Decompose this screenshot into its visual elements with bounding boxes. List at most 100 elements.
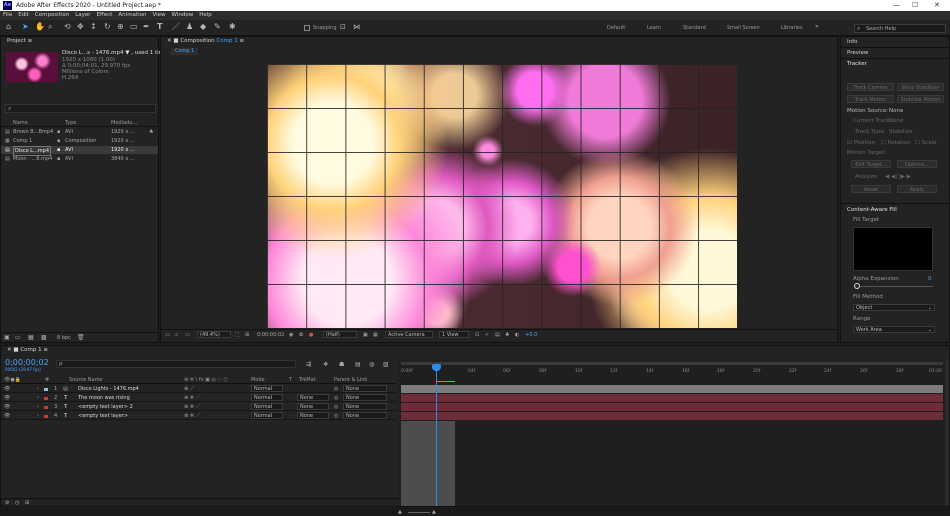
timeline-timecode[interactable]: 0;00;00;02 [5, 358, 49, 367]
interpret-footage-icon[interactable]: ▣ [4, 334, 10, 341]
reset-button[interactable]: Reset [851, 185, 891, 193]
warp-stabilizer-button[interactable]: Warp Stabilizer [897, 83, 944, 91]
layer-mode-dropdown[interactable]: Normal [251, 385, 283, 392]
snap-edges-icon[interactable]: ⋈ [353, 22, 360, 32]
frame-blending-icon[interactable]: ▤ [355, 361, 361, 368]
views-dropdown[interactable]: 1 View [439, 331, 469, 338]
pen-tool-icon[interactable]: ✒ [143, 22, 150, 32]
snapping-checkbox[interactable] [304, 25, 310, 31]
project-settings-icon[interactable]: ▩ [41, 334, 47, 341]
timeline-layer-row[interactable]: 👁 › 3 T <empty text layer> 2 ⊕ ✲ ／ Norma… [1, 403, 397, 411]
brush-tool-icon[interactable]: ／ [172, 22, 180, 32]
alpha-expansion-slider-handle[interactable] [854, 283, 860, 289]
viewer-timecode[interactable]: 0;00;00;02 [257, 332, 284, 338]
expand-icon[interactable]: ⊞ [25, 500, 29, 506]
layer-mode-dropdown[interactable]: Normal [251, 394, 283, 401]
track-bar-disco[interactable] [401, 385, 943, 393]
exposure-value[interactable]: +0.0 [525, 332, 537, 338]
col-source-name[interactable]: Source Name [69, 376, 103, 384]
workspace-overflow-icon[interactable]: » [815, 22, 819, 32]
project-item[interactable]: ▤ Brown B...Bmp4 ▪ AVI 1920 x ... ♣ [1, 128, 158, 136]
magnify-icon[interactable]: ⌕ [175, 332, 178, 338]
col-trkmat[interactable]: TrkMat [299, 376, 316, 384]
layer-parent-dropdown[interactable]: None [343, 385, 387, 392]
hand-tool-icon[interactable]: ✋ [35, 22, 45, 32]
project-tab[interactable]: Project ≡ [1, 37, 158, 45]
layer-mode-dropdown[interactable]: Normal [251, 403, 283, 410]
range-dropdown[interactable]: Work Area ⌄ [853, 326, 935, 333]
timeline-tracks[interactable]: 0:00f 04f 06f 08f 10f 12f 14f 16f 18f 20… [399, 359, 945, 506]
track-bar-empty-text-2[interactable] [401, 403, 943, 411]
col-name[interactable]: Name [13, 119, 28, 127]
track-bar-moon-text[interactable] [401, 394, 943, 402]
minimize-button[interactable]: — [893, 1, 900, 9]
project-item[interactable]: ▦ Comp 1 ▪ Composition 1920 x ... [1, 137, 158, 145]
timeline-tab[interactable]: ✕ ■ Comp 1 ≡ [1, 346, 949, 354]
menu-file[interactable]: File [0, 11, 15, 19]
color-channel-icon[interactable]: ● [309, 332, 313, 338]
home-icon[interactable]: ⌂ [6, 22, 11, 32]
camera-dropdown[interactable]: Active Camera [385, 331, 433, 338]
bpc-button[interactable]: 8 bpc [57, 335, 71, 341]
zoom-slider[interactable] [408, 512, 430, 513]
label-color-chip[interactable] [44, 395, 49, 400]
project-item-selected[interactable]: ▤ Disco L...mp4 ▪ AVI 1920 x ... [1, 146, 158, 156]
clone-tool-icon[interactable]: ♟ [186, 22, 193, 32]
label-color-chip[interactable] [44, 404, 49, 409]
preview-panel-tab[interactable]: Preview [841, 48, 949, 59]
scale-checkbox[interactable]: ☐ Scale [915, 140, 937, 146]
draft-3d-icon[interactable]: ❖ [323, 361, 328, 368]
transparency-grid-icon[interactable]: ▦ [373, 332, 378, 338]
track-bar-empty-text[interactable] [401, 412, 943, 420]
tracker-panel-title[interactable]: Tracker [841, 59, 949, 70]
layer-parent-dropdown[interactable]: None [343, 412, 387, 419]
maximize-button[interactable]: ☐ [912, 1, 918, 9]
current-track-dropdown[interactable]: None [889, 118, 903, 124]
work-area-bar[interactable] [401, 362, 943, 365]
menu-layer[interactable]: Layer [72, 11, 93, 19]
fit-icon[interactable]: ⛶ [235, 332, 239, 338]
info-panel-tab[interactable]: Info [841, 37, 949, 48]
workspace-small-screen[interactable]: Small Screen [727, 25, 760, 31]
dolly-tool-icon[interactable]: ↕ [90, 22, 97, 32]
workspace-default[interactable]: Default [607, 25, 625, 31]
new-composition-icon[interactable]: ▦ [28, 334, 34, 341]
timeline-layer-row[interactable]: 👁 › 2 T The moon was rising ⊕ ✲ ／ Normal… [1, 394, 397, 402]
layer-trkmat-dropdown[interactable]: None [297, 394, 329, 401]
render-time-icon[interactable]: ◷ [15, 500, 19, 506]
shy-icon[interactable]: ☗ [339, 361, 344, 368]
pan-tool-icon[interactable]: ✥ [77, 22, 84, 32]
search-help-field[interactable]: ⌕ Search Help [854, 24, 946, 33]
new-folder-icon[interactable]: ▭ [15, 334, 21, 341]
comp-settings-icon[interactable]: ⚙ [5, 500, 9, 506]
col-media-duration[interactable]: Mediadu... [111, 119, 137, 127]
anchor-tool-icon[interactable]: ⊕ [117, 22, 124, 32]
position-checkbox[interactable]: ☑ Position [847, 140, 875, 146]
puppet-tool-icon[interactable]: ✱ [229, 22, 236, 32]
time-ruler[interactable]: 0:00f 04f 06f 08f 10f 12f 14f 16f 18f 20… [399, 368, 945, 378]
close-button[interactable]: ✕ [934, 1, 940, 9]
fill-method-dropdown[interactable]: Object ⌄ [853, 304, 935, 311]
zoom-in-icon[interactable]: ▲ [432, 509, 436, 515]
graph-editor-icon[interactable]: ▧ [383, 361, 389, 368]
grid-icon[interactable]: ⊞ [245, 332, 249, 338]
comp-mini-flowchart-icon[interactable]: ⇶ [306, 361, 311, 368]
menu-edit[interactable]: Edit [15, 11, 32, 19]
flowchart-icon[interactable]: ♣ [505, 332, 509, 338]
timeline-layer-row[interactable]: 👁 › 1 ▤ Disco Lights - 1476.mp4 ⊕ ／ Norm… [1, 385, 397, 393]
options-button[interactable]: Options... [897, 160, 937, 168]
region-of-interest-icon[interactable]: ▣ [363, 332, 368, 338]
col-type[interactable]: Type [65, 119, 76, 127]
edit-target-button[interactable]: Edit Target... [851, 160, 891, 168]
track-motion-button[interactable]: Track Motion [847, 95, 894, 103]
monitor-icon[interactable]: ▭ [185, 332, 190, 338]
col-mode[interactable]: Mode [251, 376, 265, 384]
toggle-pixel-icon[interactable]: ⊡ [475, 332, 479, 338]
project-item[interactable]: ▤ Moon - ...6.mp4 ▪ AVI 3840 x ... [1, 155, 158, 163]
analyze-controls[interactable]: ◀ ◀| |▶ ▶ [885, 174, 911, 180]
zoom-dropdown[interactable]: (49.4%) [197, 331, 231, 338]
menu-help[interactable]: Help [196, 11, 215, 19]
zoom-tool-icon[interactable]: ⌕ [48, 22, 52, 32]
rect-tool-icon[interactable]: ▭ [130, 22, 138, 32]
exposure-icon[interactable]: ◐ [515, 332, 519, 338]
